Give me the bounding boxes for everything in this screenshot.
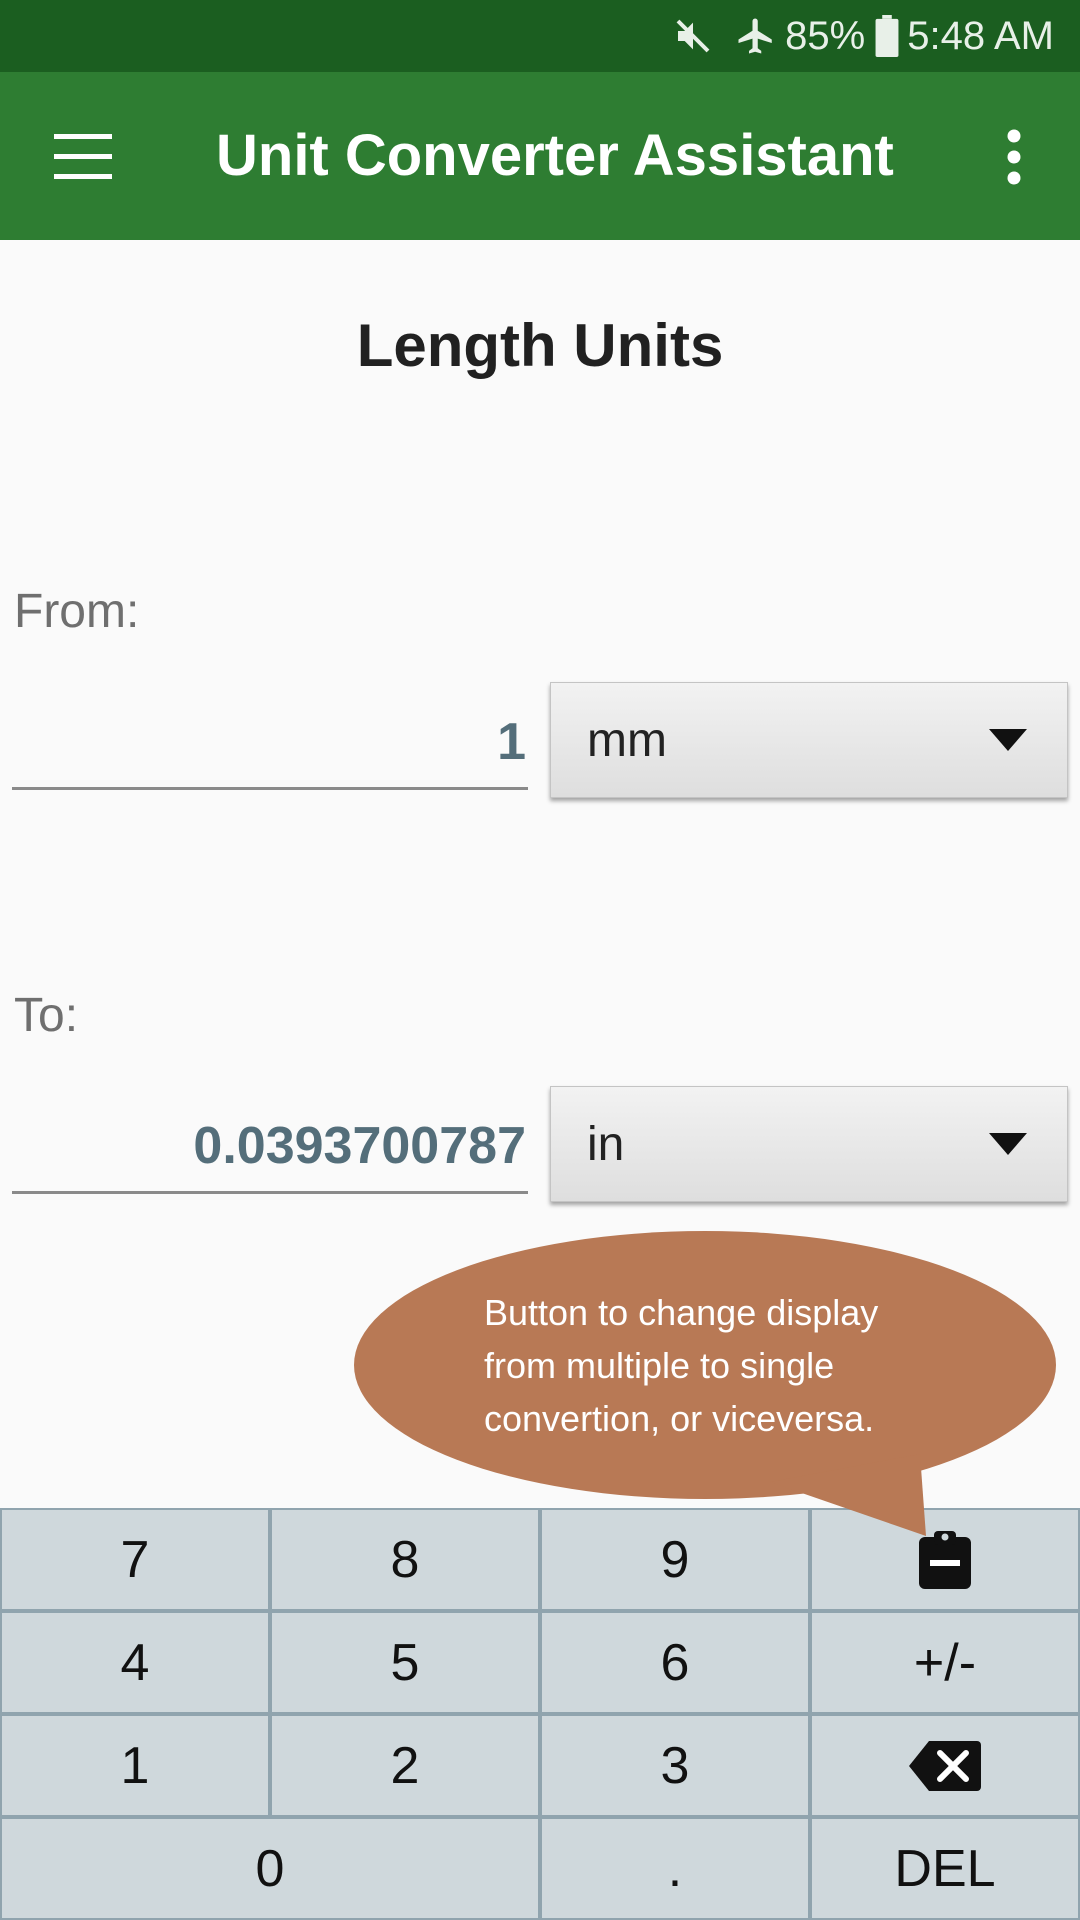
backspace-icon — [909, 1740, 981, 1791]
from-label: From: — [14, 585, 140, 638]
key-5[interactable]: 5 — [272, 1613, 538, 1712]
page-title: Length Units — [356, 312, 724, 379]
to-label: To: — [14, 989, 79, 1042]
to-value-output[interactable]: 0.0393700787 — [12, 1098, 528, 1194]
hamburger-menu-icon[interactable] — [54, 130, 112, 182]
to-unit-dropdown[interactable]: in — [550, 1086, 1068, 1202]
key-2[interactable]: 2 — [272, 1716, 538, 1815]
from-value-input[interactable]: 1 — [12, 694, 528, 790]
from-unit-dropdown[interactable]: mm — [550, 682, 1068, 798]
clipboard-icon — [919, 1530, 971, 1589]
battery-percent: 85% — [785, 13, 866, 58]
key-4[interactable]: 4 — [2, 1613, 268, 1712]
keypad: 7 8 9 4 5 6 +/- 1 2 3 0 . DEL — [0, 1508, 1080, 1920]
app-bar: Unit Converter Assistant — [0, 72, 1080, 240]
backspace-button[interactable] — [812, 1716, 1078, 1815]
battery-icon — [875, 15, 899, 57]
key-3[interactable]: 3 — [542, 1716, 808, 1815]
key-7[interactable]: 7 — [2, 1510, 268, 1609]
decimal-point-key[interactable]: . — [542, 1819, 808, 1918]
key-6[interactable]: 6 — [542, 1613, 808, 1712]
callout-text: Button to change display from multiple t… — [484, 1292, 879, 1439]
from-unit-value: mm — [587, 714, 667, 767]
dropdown-arrow-icon — [989, 729, 1027, 751]
dropdown-arrow-icon — [989, 1133, 1027, 1155]
callout-bubble: Button to change display from multiple t… — [330, 1228, 1080, 1536]
to-unit-value: in — [587, 1118, 625, 1171]
status-bar: 85% 5:48 AM — [0, 0, 1080, 72]
key-1[interactable]: 1 — [2, 1716, 268, 1815]
airplane-icon — [735, 15, 777, 57]
delete-button[interactable]: DEL — [812, 1819, 1078, 1918]
plus-minus-button[interactable]: +/- — [812, 1613, 1078, 1712]
clock: 5:48 AM — [907, 13, 1054, 58]
mute-icon — [673, 16, 713, 56]
app-title: Unit Converter Assistant — [216, 123, 894, 188]
more-vert-icon[interactable] — [1000, 128, 1028, 186]
key-0[interactable]: 0 — [2, 1819, 538, 1918]
